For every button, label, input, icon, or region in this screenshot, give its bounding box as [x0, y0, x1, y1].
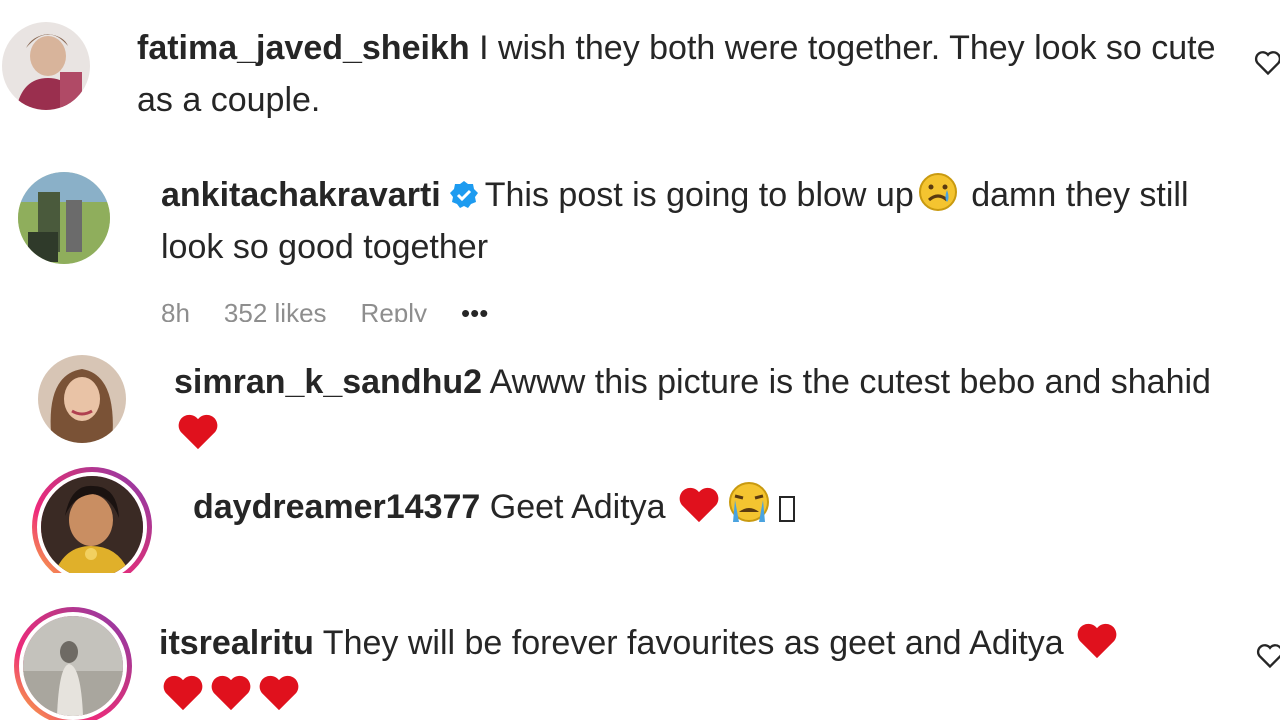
reply-button[interactable]: Reply [361, 298, 427, 322]
username[interactable]: ankitachakravarti [161, 176, 441, 214]
comment-text: itsrealritu They will be forever favouri… [159, 617, 1219, 720]
red-heart-icon [679, 487, 719, 523]
avatar-story-ring[interactable] [14, 607, 132, 720]
username[interactable]: fatima_javed_sheikh [137, 29, 470, 67]
comment-fatima: fatima_javed_sheikh I wish they both wer… [0, 0, 1280, 150]
crying-face-icon [918, 173, 957, 211]
comment-meta: 8h 352 likes Reply ••• [161, 298, 522, 322]
avatar-story-ring[interactable] [32, 467, 152, 573]
username[interactable]: daydreamer14377 [193, 488, 480, 526]
comment-time: 8h [161, 298, 190, 322]
red-heart-icon [178, 414, 218, 450]
red-heart-icon [211, 675, 251, 711]
more-options-button[interactable]: ••• [461, 298, 488, 322]
loudly-crying-face-icon [729, 482, 770, 522]
username[interactable]: itsrealritu [159, 624, 314, 662]
red-heart-icon [163, 675, 203, 711]
likes-count[interactable]: 352 likes [224, 298, 327, 322]
avatar [19, 612, 127, 720]
avatar[interactable] [38, 355, 126, 443]
comment-itsrealritu: itsrealritu They will be forever favouri… [0, 595, 1280, 720]
comment-text: daydreamer14377 Geet Aditya [193, 480, 1233, 533]
missing-glyph-box [779, 496, 796, 522]
comment-ankita: ankitachakravarti This post is going to b… [0, 150, 1280, 325]
comment-text: ankitachakravarti This post is going to b… [161, 169, 1241, 273]
like-heart-icon[interactable] [1254, 50, 1280, 76]
red-heart-icon [259, 675, 299, 711]
like-heart-icon[interactable] [1256, 643, 1280, 669]
comment-text: simran_k_sandhu2 Awww this picture is th… [174, 356, 1234, 460]
avatar[interactable] [2, 22, 90, 110]
avatar[interactable] [18, 172, 110, 264]
username[interactable]: simran_k_sandhu2 [174, 363, 482, 401]
comment-simran: simran_k_sandhu2 Awww this picture is th… [0, 345, 1280, 463]
red-heart-icon [1077, 623, 1117, 659]
verified-badge-icon [449, 181, 478, 208]
comment-daydreamer: daydreamer14377 Geet Aditya [0, 463, 1280, 573]
comment-text: fatima_javed_sheikh I wish they both wer… [137, 29, 1216, 119]
avatar [37, 472, 147, 573]
